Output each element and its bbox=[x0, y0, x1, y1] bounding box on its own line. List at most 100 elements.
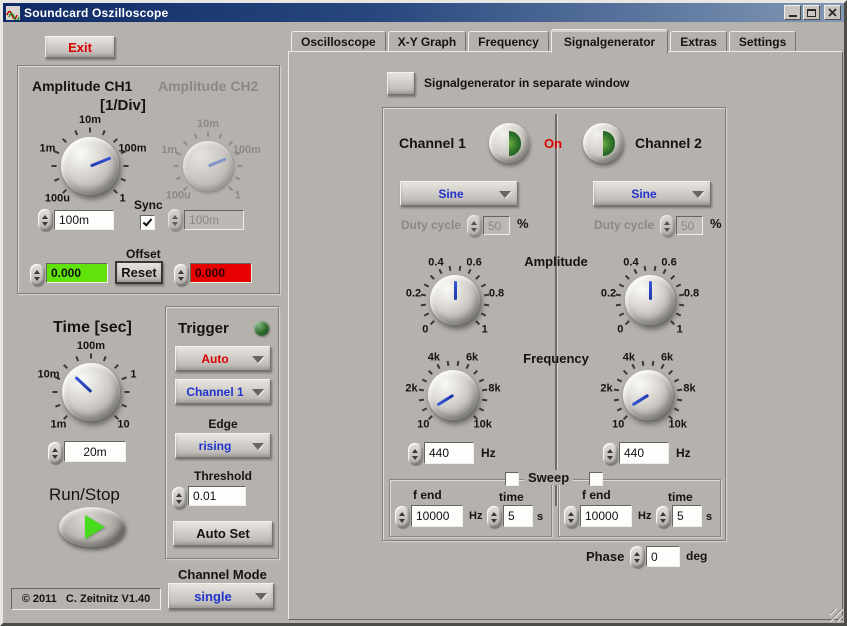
channel-mode-dropdown[interactable]: single bbox=[168, 583, 274, 609]
channel1-frequency-spinner[interactable] bbox=[408, 443, 422, 465]
separate-window-checkbox[interactable] bbox=[387, 72, 415, 95]
phase-value[interactable]: 0 bbox=[646, 546, 680, 567]
channel2-fend-spinner[interactable] bbox=[564, 506, 578, 528]
channel1-sweeptime-value[interactable]: 5 bbox=[503, 505, 533, 527]
signalgenerator-tab-content: Signalgenerator in separate window Chann… bbox=[288, 51, 843, 620]
channel2-duty-spinner[interactable] bbox=[660, 215, 674, 237]
amplitude-panel: Amplitude CH1 Amplitude CH2 [1/Div] 100u… bbox=[17, 65, 280, 294]
channel1-fend-value[interactable]: 10000 bbox=[411, 505, 463, 527]
knob-tick bbox=[124, 391, 130, 393]
channel1-frequency-value[interactable]: 440 bbox=[424, 442, 474, 464]
knob-tick bbox=[75, 356, 80, 362]
run-stop-button[interactable] bbox=[59, 507, 125, 547]
trigger-edge-dropdown[interactable]: rising bbox=[175, 433, 271, 458]
channel2-sweeptime-value[interactable]: 5 bbox=[672, 505, 702, 527]
channel2-frequency-knob[interactable]: 10 2k 4k 6k 8k 10k bbox=[593, 340, 703, 450]
knob-tick bbox=[456, 360, 460, 367]
knob-tick bbox=[651, 360, 655, 367]
channel2-waveform-dropdown[interactable]: Sine bbox=[593, 181, 711, 206]
knob-tick bbox=[668, 369, 674, 375]
minimize-button[interactable] bbox=[784, 5, 801, 20]
amplitude-section-label: Amplitude bbox=[524, 254, 588, 269]
channel2-sweeptime-spinner[interactable] bbox=[656, 506, 670, 528]
channel2-sweep-checkbox[interactable] bbox=[589, 472, 603, 486]
knob-tick bbox=[182, 140, 188, 146]
amplitude-ch1-title: Amplitude CH1 bbox=[32, 78, 133, 94]
edge-label: Edge bbox=[208, 417, 238, 431]
knob-tick bbox=[475, 320, 481, 326]
channel1-duty-spinner[interactable] bbox=[467, 215, 481, 237]
channel2-on-toggle[interactable] bbox=[583, 123, 623, 163]
tab-settings[interactable]: Settings bbox=[728, 31, 797, 51]
amplitude-ch1-knob[interactable]: 100u 1m 10m 100m 1 bbox=[31, 107, 149, 225]
knob-tick bbox=[662, 268, 667, 275]
channel1-fend-spinner[interactable] bbox=[395, 506, 409, 528]
offset-ch1-value[interactable]: 0.000 bbox=[46, 263, 108, 283]
channel1-sweeptime-spinner[interactable] bbox=[487, 506, 501, 528]
toggle-state-icon bbox=[509, 130, 521, 156]
exit-button[interactable]: Exit bbox=[45, 36, 115, 58]
knob-tick bbox=[448, 265, 452, 272]
channel2-fend-value[interactable]: 10000 bbox=[580, 505, 632, 527]
channel1-waveform-value: Sine bbox=[438, 186, 464, 201]
knob-tick bbox=[676, 398, 683, 402]
offset-ch2-spinner[interactable] bbox=[174, 264, 188, 286]
channel1-on-toggle[interactable] bbox=[489, 123, 529, 163]
knob-tick-label: 0.4 bbox=[428, 256, 444, 269]
amplitude-ch2-value[interactable]: 100m bbox=[184, 210, 244, 230]
channel2-duty-value[interactable]: 50 bbox=[676, 216, 703, 235]
channel1-fend-unit: Hz bbox=[469, 510, 483, 522]
channel1-amplitude-knob[interactable]: 0 0.2 0.4 0.6 0.8 1 bbox=[400, 245, 510, 355]
channel2-frequency-spinner[interactable] bbox=[603, 443, 617, 465]
amplitude-ch1-spinner[interactable] bbox=[38, 209, 52, 231]
title-bar[interactable]: Soundcard Oszilloscope bbox=[3, 3, 844, 22]
knob-tick-label: 10k bbox=[473, 418, 492, 431]
channel1-frequency-knob[interactable]: 10 2k 4k 6k 8k 10k bbox=[398, 340, 508, 450]
amplitude-ch2-spinner[interactable] bbox=[168, 209, 182, 231]
knob-tick bbox=[418, 388, 425, 392]
close-button[interactable] bbox=[824, 5, 841, 20]
trigger-mode-dropdown[interactable]: Auto bbox=[175, 346, 271, 371]
channel1-waveform-dropdown[interactable]: Sine bbox=[400, 181, 518, 206]
window-title: Soundcard Oszilloscope bbox=[24, 5, 169, 20]
offset-ch2-value[interactable]: 0.000 bbox=[190, 263, 252, 283]
auto-set-button[interactable]: Auto Set bbox=[173, 521, 273, 546]
channel2-frequency-value[interactable]: 440 bbox=[619, 442, 669, 464]
offset-reset-button[interactable]: Reset bbox=[115, 261, 163, 284]
knob-tick bbox=[631, 363, 636, 370]
resize-grip[interactable] bbox=[830, 609, 843, 622]
channel1-duty-value[interactable]: 50 bbox=[483, 216, 510, 235]
offset-ch1-spinner[interactable] bbox=[30, 264, 44, 286]
tab-extras[interactable]: Extras bbox=[670, 31, 727, 51]
tab-frequency[interactable]: Frequency bbox=[468, 31, 549, 51]
knob-tick bbox=[420, 303, 427, 307]
tab-signalgenerator[interactable]: Signalgenerator bbox=[550, 29, 669, 53]
channel2-amplitude-knob[interactable]: 0 0.2 0.4 0.6 0.8 1 bbox=[595, 245, 705, 355]
maximize-button[interactable] bbox=[803, 5, 820, 20]
time-value[interactable]: 20m bbox=[64, 441, 126, 462]
chevron-down-icon bbox=[692, 190, 704, 198]
offset-label: Offset bbox=[126, 247, 161, 261]
threshold-spinner[interactable] bbox=[172, 487, 186, 509]
channel-divider bbox=[555, 114, 557, 506]
knob-tick-label: 10m bbox=[37, 368, 60, 381]
channel1-sweep-checkbox[interactable] bbox=[505, 472, 519, 486]
knob-tick bbox=[429, 274, 435, 280]
knob-tick bbox=[207, 131, 209, 137]
knob-pointer bbox=[649, 281, 652, 300]
trigger-source-dropdown[interactable]: Channel 1 bbox=[175, 379, 271, 404]
time-spinner[interactable] bbox=[48, 442, 62, 464]
minimize-icon bbox=[788, 15, 797, 17]
channel2-fend-unit: Hz bbox=[638, 510, 652, 522]
knob-tick bbox=[613, 398, 620, 402]
knob-tick-label: 100m bbox=[118, 142, 147, 155]
time-knob[interactable]: 1m 10m 100m 1 10 bbox=[32, 333, 150, 451]
threshold-value[interactable]: 0.01 bbox=[188, 486, 246, 506]
phase-spinner[interactable] bbox=[630, 546, 644, 568]
tab-oscilloscope[interactable]: Oscilloscope bbox=[291, 31, 386, 51]
amplitude-ch2-knob[interactable]: 100u 1m 10m 100m 1 bbox=[153, 111, 263, 221]
tab-xy-graph[interactable]: X-Y Graph bbox=[387, 31, 467, 51]
amplitude-ch1-value[interactable]: 100m bbox=[54, 210, 114, 230]
knob-tick bbox=[89, 127, 91, 133]
sync-checkbox[interactable] bbox=[140, 215, 155, 230]
